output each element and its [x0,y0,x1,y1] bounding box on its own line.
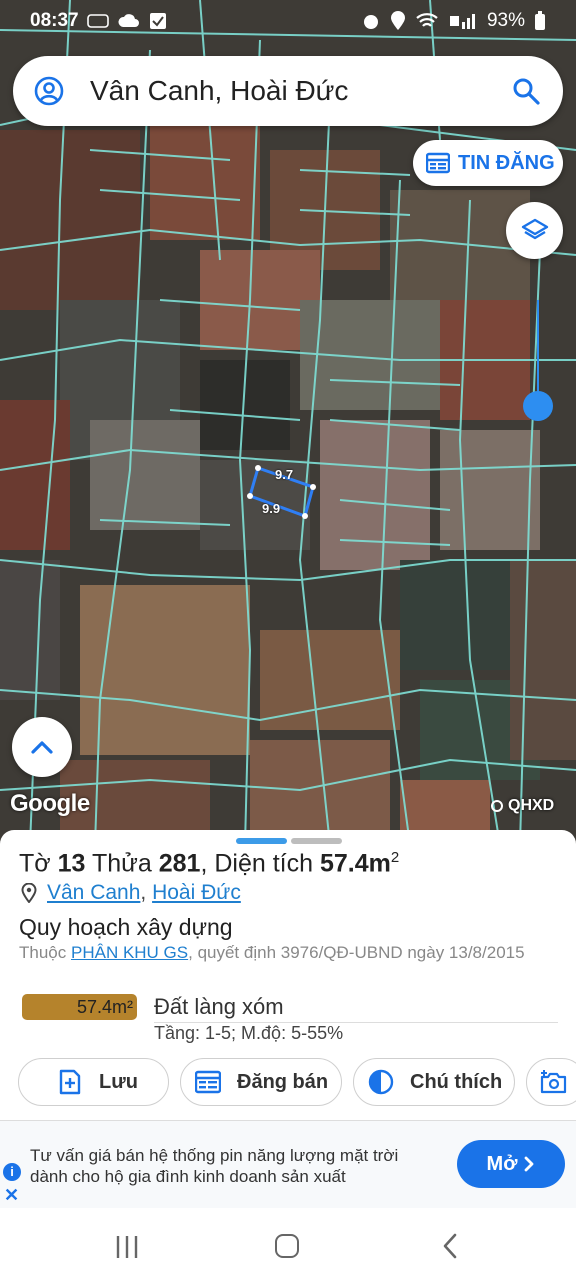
to-value: 13 [57,849,86,878]
plan-prefix: Thuộc [19,943,67,962]
parcel-dimension-top: 9.7 [275,467,294,482]
legend-label: Chú thích [410,1070,503,1093]
satellite-map[interactable]: 9.7 9.9 TIN ĐĂNG Google QHXD [0,0,576,845]
add-file-icon [59,1069,81,1095]
layers-button[interactable] [506,202,563,259]
account-icon[interactable] [34,76,64,106]
check-box-icon [149,13,166,29]
commune-link[interactable]: Vân Canh [47,881,140,905]
area-badge: 57.4m² [22,994,137,1020]
thua-value: 281 [158,849,201,878]
status-time: 08:37 [30,10,79,31]
plan-description: Thuộc PHÂN KHU GS, quyết định 3976/QĐ-UB… [19,942,559,964]
location-dot [523,391,553,421]
map-imagery [0,0,576,845]
google-logo: Google [10,790,90,817]
location-status-icon [390,11,405,30]
chevron-right-icon [525,1156,534,1172]
parcel-title: Tờ 13 Thửa 281, Diện tích 57.4m2 [19,849,399,878]
save-label: Lưu [99,1070,138,1093]
settings-dot-icon [491,800,503,812]
cloud-icon [118,14,139,27]
app-root: 9.7 9.9 TIN ĐĂNG Google QHXD 08:37 93% V… [0,0,576,1280]
ad-text: Tư vấn giá bán hệ thống pin năng lượng m… [30,1146,399,1186]
search-icon[interactable] [511,76,541,106]
search-bar[interactable]: Vân Canh, Hoài Đức [13,56,563,126]
wifi-icon [416,13,438,27]
parcel-info-sheet: Tờ 13 Thửa 281, Diện tích 57.4m2 Vân Can… [0,830,576,1120]
home-icon[interactable] [275,1234,299,1258]
add-photo-button[interactable] [526,1058,576,1106]
layers-icon [521,218,548,239]
system-nav-bar [0,1208,576,1280]
ad-banner: i ✕ Tư vấn giá bán hệ thống pin năng lượ… [0,1120,576,1208]
layer-code-label: QHXD [490,797,554,815]
plan-decision: , quyết định 3976/QĐ-UBND ngày 13/8/2015 [188,943,525,962]
dien-tich-label: , Diện tích [200,849,313,878]
parcel-address: Vân Canh, Hoài Đức [21,881,241,905]
parcel-dimension-bottom: 9.9 [262,501,281,516]
plan-zone-link[interactable]: PHÂN KHU GS [71,943,188,962]
legend-button[interactable]: Chú thích [353,1058,515,1106]
tin-dang-label: TIN ĐĂNG [458,151,555,174]
chevron-up-icon [31,741,53,754]
layer-code: QHXD [508,797,555,814]
sheet-handle[interactable] [236,838,342,844]
district-link[interactable]: Hoài Đức [152,881,241,905]
battery-level: 93% [486,10,525,31]
battery-icon [535,11,545,30]
zalo-icon [86,14,109,28]
recent-apps-icon[interactable] [114,1234,140,1260]
land-info: Tầng: 1-5; M.độ: 5-55% [154,1023,344,1043]
ad-info-icon[interactable]: i [3,1163,21,1181]
save-button[interactable]: Lưu [18,1058,169,1106]
ad-open-label: Mở [486,1152,518,1175]
tin-dang-button[interactable]: TIN ĐĂNG [413,140,563,186]
listing-icon [195,1070,221,1094]
listing-icon [426,152,450,174]
action-row: Lưu Đăng bán Chú thích [18,1058,576,1106]
sell-label: Đăng bán [237,1070,329,1093]
land-type: Đất làng xóm [154,994,284,1019]
thua-label: Thửa [91,849,152,878]
ad-close-icon[interactable]: ✕ [4,1185,19,1206]
contrast-icon [368,1069,394,1095]
back-icon[interactable] [441,1233,459,1259]
area-unit-sup: 2 [390,849,400,866]
expand-up-button[interactable] [12,717,72,777]
signal-icon [449,14,475,29]
alarm-icon [363,15,378,29]
add-photo-icon [540,1070,567,1094]
plan-title: Quy hoạch xây dựng [19,914,233,940]
area-value: 57.4m [319,849,391,878]
pin-icon [21,883,37,903]
search-location-title: Vân Canh, Hoài Đức [90,75,349,106]
ad-open-button[interactable]: Mở [457,1140,565,1188]
to-label: Tờ [19,849,51,878]
sell-button[interactable]: Đăng bán [180,1058,342,1106]
status-bar: 08:37 93% [0,0,576,42]
